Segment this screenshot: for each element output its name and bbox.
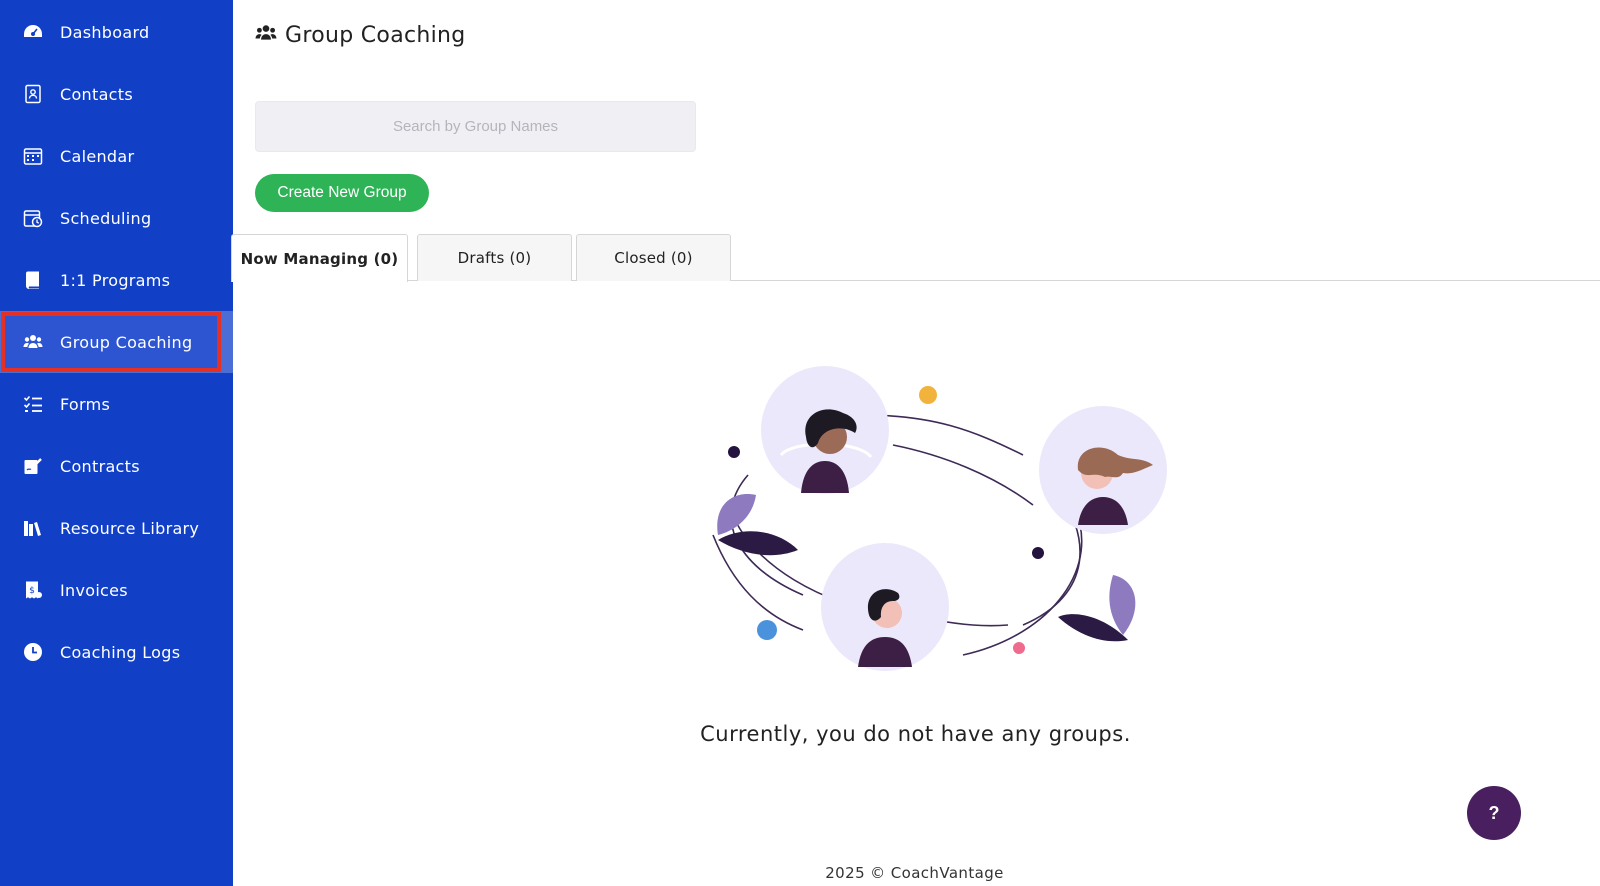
footer-copyright: 2025 © CoachVantage — [825, 864, 1004, 882]
sidebar-item-forms[interactable]: Forms — [0, 373, 233, 435]
sidebar-item-label: Group Coaching — [60, 332, 193, 352]
sidebar-item-resource-library[interactable]: Resource Library — [0, 497, 233, 559]
sidebar-item-label: Contacts — [60, 84, 133, 104]
contacts-icon — [22, 83, 44, 105]
calendar-icon — [22, 145, 44, 167]
scheduling-icon — [22, 207, 44, 229]
sidebar-item-label: Contracts — [60, 456, 140, 476]
books-icon — [22, 517, 44, 539]
tab-closed[interactable]: Closed (0) — [576, 234, 731, 281]
users-icon — [22, 331, 44, 353]
sidebar-item-label: Scheduling — [60, 208, 152, 228]
sidebar-item-label: Calendar — [60, 146, 135, 166]
page-title: Group Coaching — [285, 22, 466, 48]
empty-groups-illustration — [712, 366, 1167, 671]
invoice-icon: $ — [22, 579, 44, 601]
sidebar-item-invoices[interactable]: $ Invoices — [0, 559, 233, 621]
sidebar-item-scheduling[interactable]: Scheduling — [0, 187, 233, 249]
sidebar-item-label: Coaching Logs — [60, 642, 181, 662]
sidebar-item-label: 1:1 Programs — [60, 270, 171, 290]
sidebar-item-dashboard[interactable]: Dashboard — [0, 1, 233, 63]
sidebar-item-contracts[interactable]: Contracts — [0, 435, 233, 497]
sidebar-item-programs[interactable]: 1:1 Programs — [0, 249, 233, 311]
tab-drafts[interactable]: Drafts (0) — [417, 234, 572, 281]
help-button[interactable]: ? — [1467, 786, 1521, 840]
svg-text:$: $ — [29, 586, 35, 596]
sidebar-item-calendar[interactable]: Calendar — [0, 125, 233, 187]
sidebar-item-group-coaching[interactable]: Group Coaching — [0, 311, 233, 373]
empty-state-message: Currently, you do not have any groups. — [700, 722, 1131, 746]
dashboard-icon — [22, 21, 44, 43]
signature-icon — [22, 455, 44, 477]
sidebar-item-coaching-logs[interactable]: Coaching Logs — [0, 621, 233, 683]
sidebar-item-contacts[interactable]: Contacts — [0, 63, 233, 125]
sidebar-item-label: Dashboard — [60, 22, 150, 42]
checklist-icon — [22, 393, 44, 415]
create-new-group-button[interactable]: Create New Group — [255, 174, 429, 212]
tab-now-managing[interactable]: Now Managing (0) — [231, 234, 408, 282]
sidebar-item-label: Resource Library — [60, 518, 200, 538]
main-content: Group Coaching Create New Group Now Mana… — [231, 0, 1600, 886]
users-icon — [255, 22, 277, 48]
book-icon — [22, 269, 44, 291]
sidebar: Dashboard Contacts Calendar Scheduling 1… — [0, 0, 233, 886]
search-input[interactable] — [255, 101, 696, 152]
sidebar-item-label: Invoices — [60, 580, 128, 600]
sidebar-item-label: Forms — [60, 394, 111, 414]
page-header: Group Coaching — [255, 22, 466, 48]
clock-icon — [22, 641, 44, 663]
